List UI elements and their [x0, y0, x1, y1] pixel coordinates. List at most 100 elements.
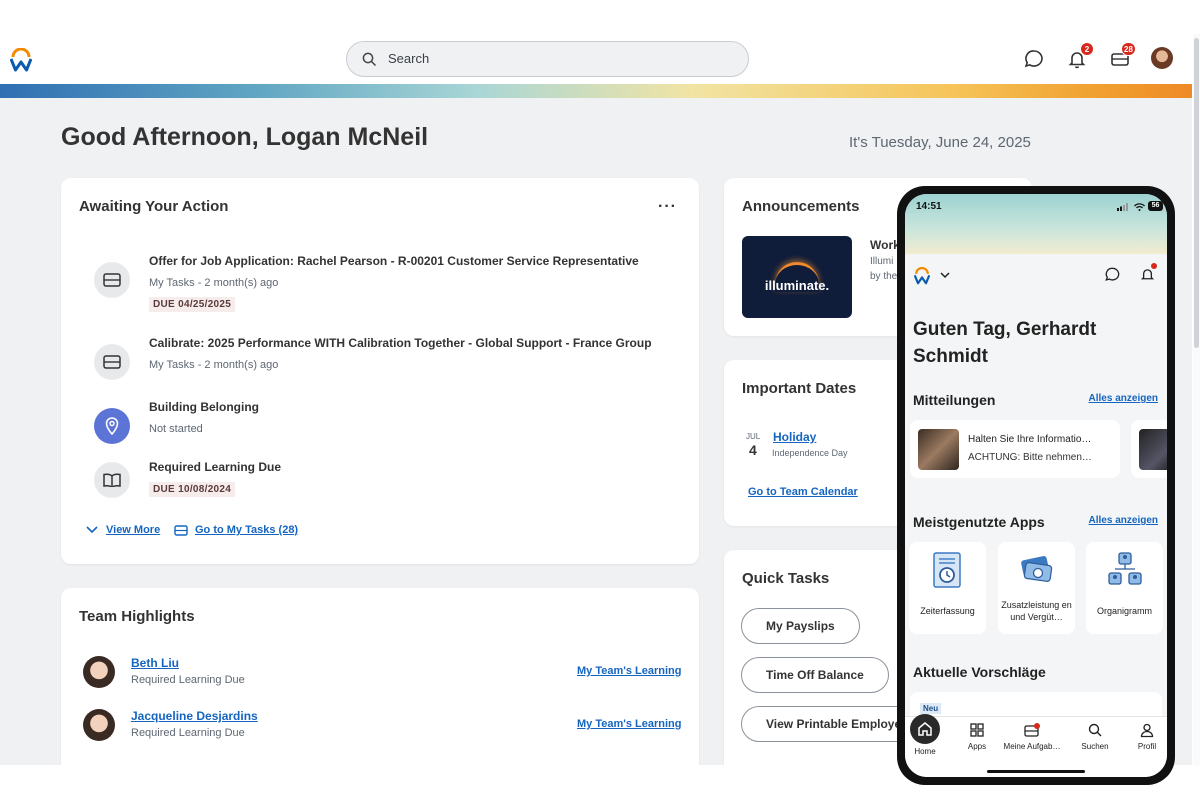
home-indicator: [987, 770, 1085, 773]
inbox-icon: [94, 262, 130, 298]
app-card-time-tracking[interactable]: Zeiterfassung: [909, 542, 986, 634]
app-card-org-chart[interactable]: Organigramm: [1086, 542, 1163, 634]
card-title: Awaiting Your Action: [79, 198, 229, 215]
announcement-text: Illumi: [870, 256, 894, 267]
wifi-icon: [1134, 203, 1145, 211]
notice-text: ACHTUNG: Bitte nehmen…: [968, 452, 1092, 463]
inbox-icon: [174, 525, 188, 536]
brand-gradient-bar: [0, 84, 1192, 98]
announcement-image-text: illuminate.: [764, 278, 830, 293]
scrollbar-thumb[interactable]: [1194, 38, 1199, 348]
card-title: Important Dates: [742, 380, 857, 397]
notices-show-all-link[interactable]: Alles anzeigen: [1089, 393, 1158, 404]
team-learning-link[interactable]: My Team's Learning: [577, 665, 682, 677]
task-title[interactable]: Required Learning Due: [149, 460, 281, 474]
benefits-icon: [1021, 556, 1053, 582]
mobile-greeting: Guten Tag, Gerhardt Schmidt: [913, 319, 1097, 367]
app-label: Zeiterfassung: [920, 606, 975, 616]
more-options-button[interactable]: ···: [658, 198, 677, 216]
page-title: Good Afternoon, Logan McNeil: [61, 123, 429, 151]
home-icon: [910, 714, 940, 744]
team-calendar-link[interactable]: Go to Team Calendar: [748, 486, 858, 498]
mobile-header: [905, 254, 1167, 294]
search-icon: [362, 52, 377, 67]
my-payslips-button[interactable]: My Payslips: [741, 608, 860, 644]
signal-icon: [1117, 203, 1128, 211]
mobile-screen: 14:51 56 Guten Tag, Gerhardt Schmidt Mit…: [905, 194, 1167, 777]
notification-badge: 2: [1080, 42, 1094, 56]
team-member-name[interactable]: Jacqueline Desjardins: [131, 709, 258, 723]
team-highlights-card: Team Highlights Beth Liu Required Learni…: [61, 588, 699, 765]
date-month: JUL: [746, 432, 761, 441]
mobile-status-bar: 14:51 56: [905, 194, 1167, 254]
event-subtitle: Independence Day: [772, 448, 848, 458]
task-title[interactable]: Calibrate: 2025 Performance WITH Calibra…: [149, 336, 652, 350]
task-title[interactable]: Building Belonging: [149, 400, 259, 414]
apps-grid-icon: [970, 723, 984, 737]
chat-icon[interactable]: [1104, 266, 1121, 283]
notification-dot: [1151, 263, 1157, 269]
notice-card[interactable]: [1131, 420, 1167, 478]
tab-profile[interactable]: Profil: [1123, 722, 1167, 751]
top-bar: 2 28: [0, 34, 1192, 84]
announcement-image[interactable]: illuminate.: [742, 236, 852, 318]
notice-title: Halten Sie Ihre Informatio…: [968, 434, 1092, 445]
go-to-tasks-label[interactable]: Go to My Tasks (28): [195, 524, 298, 536]
chat-icon[interactable]: [1023, 48, 1045, 70]
team-member-name[interactable]: Beth Liu: [131, 656, 179, 670]
app-card-benefits[interactable]: Zusatzleistung en und Vergüt…: [998, 542, 1075, 634]
task-title[interactable]: Offer for Job Application: Rachel Pearso…: [149, 254, 639, 268]
inbox-badge: 28: [1121, 42, 1136, 56]
team-member-status: Required Learning Due: [131, 674, 245, 686]
team-member-status: Required Learning Due: [131, 727, 245, 739]
chevron-down-icon: [86, 526, 98, 534]
tab-label: Suchen: [1081, 742, 1109, 751]
scrollbar[interactable]: [1193, 34, 1200, 765]
team-learning-link[interactable]: My Team's Learning: [577, 718, 682, 730]
apps-title: Meistgenutzte Apps: [913, 514, 1045, 530]
notice-thumbnail: [918, 429, 959, 470]
notice-card[interactable]: Halten Sie Ihre Informatio… ACHTUNG: Bit…: [910, 420, 1120, 478]
apps-show-all-link[interactable]: Alles anzeigen: [1089, 515, 1158, 526]
current-date: It's Tuesday, June 24, 2025: [849, 134, 1031, 151]
app-label: Organigramm: [1096, 606, 1152, 616]
search-bar[interactable]: [346, 41, 749, 77]
mobile-time: 14:51: [916, 201, 942, 212]
tab-search[interactable]: Suchen: [1071, 722, 1119, 751]
suggestions-title: Aktuelle Vorschläge: [913, 664, 1046, 680]
due-badge: DUE 10/08/2024: [149, 482, 236, 497]
avatar: [83, 709, 115, 741]
tab-label: Profil: [1137, 742, 1157, 751]
app-label: Zusatzleistung en und Vergüt…: [1001, 600, 1072, 622]
task-subtitle: Not started: [149, 423, 203, 435]
announcement-text: by the: [870, 271, 898, 282]
notice-thumbnail: [1139, 429, 1167, 470]
org-chart-icon: [1108, 552, 1142, 585]
search-icon: [1088, 723, 1102, 737]
avatar[interactable]: [1151, 47, 1173, 69]
view-more-label[interactable]: View More: [106, 524, 160, 536]
tab-label: Meine Aufgab…: [1003, 742, 1061, 751]
announcement-heading[interactable]: Work: [870, 238, 900, 252]
notices-title: Mitteilungen: [913, 392, 996, 408]
chevron-down-icon[interactable]: [940, 272, 950, 279]
time-off-balance-button[interactable]: Time Off Balance: [741, 657, 889, 693]
workday-logo-icon[interactable]: [914, 267, 930, 285]
book-icon: [94, 462, 130, 498]
time-tracking-icon: [933, 552, 961, 588]
tab-apps[interactable]: Apps: [953, 722, 1001, 751]
avatar: [83, 656, 115, 688]
inbox-icon: [94, 344, 130, 380]
tab-my-tasks[interactable]: Meine Aufgab…: [1001, 722, 1063, 751]
due-badge: DUE 04/25/2025: [149, 297, 236, 312]
battery-icon: 56: [1148, 201, 1163, 211]
search-input[interactable]: [388, 51, 708, 66]
task-subtitle: My Tasks - 2 month(s) ago: [149, 277, 279, 289]
event-link[interactable]: Holiday: [773, 430, 816, 444]
card-title: Team Highlights: [79, 608, 195, 625]
date-day: 4: [749, 442, 757, 458]
workday-logo-icon[interactable]: [10, 48, 32, 72]
tab-home[interactable]: Home: [905, 714, 949, 756]
card-title: Announcements: [742, 198, 860, 215]
card-title: Quick Tasks: [742, 570, 830, 587]
